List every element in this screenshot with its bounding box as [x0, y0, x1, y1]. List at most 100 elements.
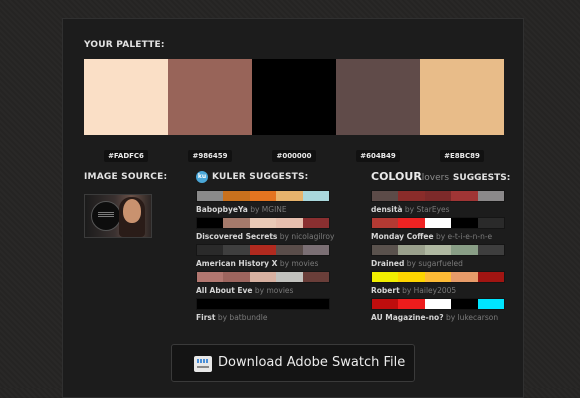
- suggestion-name-link[interactable]: Drained: [371, 259, 404, 268]
- suggestion-color-bar[interactable]: [371, 190, 505, 202]
- suggestion-author: by StarEyes: [404, 205, 450, 214]
- palette-swatch[interactable]: [336, 59, 420, 135]
- suggestion-color-cell: [197, 245, 224, 255]
- suggestion-color-cell: [451, 299, 478, 309]
- suggestion-color-cell: [477, 272, 505, 282]
- portrait-face: [123, 199, 141, 223]
- colourlovers-brand-suffix: lovers: [421, 173, 450, 183]
- suggestion-author: by sugarfueled: [406, 259, 463, 268]
- palette-swatch[interactable]: [252, 59, 336, 135]
- suggestion-author: by nicolagilroy: [279, 232, 335, 241]
- hex-label: #FADFC6: [104, 150, 148, 162]
- suggestion-color-bar[interactable]: [196, 217, 330, 229]
- suggestion-color-cell: [302, 245, 330, 255]
- suggestion-author: by movies: [279, 259, 319, 268]
- suggestion-color-bar[interactable]: [196, 271, 330, 283]
- suggestion-item[interactable]: All About Eve by movies: [196, 271, 330, 295]
- suggestion-label: First by batbundle: [196, 313, 330, 322]
- suggestion-item[interactable]: First by batbundle: [196, 298, 330, 322]
- main-panel: YOUR PALETTE: #FADFC6 #986459 #000000 #6…: [62, 18, 524, 398]
- suggestion-color-cell: [197, 272, 224, 282]
- suggestion-color-cell: [223, 272, 250, 282]
- palette-swatch[interactable]: [84, 59, 168, 135]
- suggestion-item[interactable]: BabopbyeYa by MGINE: [196, 190, 330, 214]
- suggestion-item[interactable]: American History X by movies: [196, 244, 330, 268]
- suggestion-color-cell: [424, 245, 452, 255]
- suggestion-color-bar[interactable]: [196, 190, 330, 202]
- suggestion-color-cell: [302, 299, 330, 309]
- suggestion-color-cell: [197, 218, 224, 228]
- download-swatch-button[interactable]: Download Adobe Swatch File: [171, 344, 415, 382]
- suggestion-color-cell: [197, 299, 224, 309]
- palette-title: YOUR PALETTE:: [84, 40, 165, 50]
- swatch-file-icon: [194, 356, 212, 372]
- suggestion-name-link[interactable]: BabopbyeYa: [196, 205, 248, 214]
- suggestion-name-link[interactable]: Monday Coffee: [371, 232, 434, 241]
- badge-graphic: [91, 201, 121, 231]
- palette-swatch[interactable]: [420, 59, 504, 135]
- suggestion-label: BabopbyeYa by MGINE: [196, 205, 330, 214]
- palette-swatch[interactable]: [168, 59, 252, 135]
- suggestion-color-bar[interactable]: [196, 298, 330, 310]
- suggestion-color-cell: [223, 191, 250, 201]
- suggestion-color-cell: [424, 218, 452, 228]
- suggestion-color-cell: [276, 299, 303, 309]
- suggestion-label: Monday Coffee by e-t-i-e-n-n-e: [371, 232, 505, 241]
- suggestion-name-link[interactable]: First: [196, 313, 215, 322]
- suggestion-name-link[interactable]: American History X: [196, 259, 277, 268]
- suggestion-author: by movies: [254, 286, 294, 295]
- suggestion-color-cell: [451, 245, 478, 255]
- suggestion-color-bar[interactable]: [371, 271, 505, 283]
- suggestion-item[interactable]: Discovered Secrets by nicolagilroy: [196, 217, 334, 241]
- suggestion-color-cell: [477, 218, 505, 228]
- suggestion-color-cell: [276, 191, 303, 201]
- suggestion-color-cell: [398, 218, 425, 228]
- suggestion-color-cell: [276, 272, 303, 282]
- suggestion-color-cell: [223, 245, 250, 255]
- suggestion-name-link[interactable]: All About Eve: [196, 286, 253, 295]
- suggestion-color-bar[interactable]: [371, 244, 505, 256]
- suggestion-color-cell: [249, 191, 277, 201]
- suggestion-color-bar[interactable]: [196, 244, 330, 256]
- suggestion-color-cell: [477, 299, 505, 309]
- source-image-thumbnail[interactable]: [84, 194, 152, 238]
- hex-label: #986459: [188, 150, 232, 162]
- suggestion-label: Discovered Secrets by nicolagilroy: [196, 232, 334, 241]
- suggestion-name-link[interactable]: Discovered Secrets: [196, 232, 277, 241]
- suggestion-color-cell: [372, 245, 399, 255]
- suggestion-color-cell: [477, 245, 505, 255]
- suggestion-color-cell: [451, 218, 478, 228]
- suggestion-item[interactable]: densità by StarEyes: [371, 190, 505, 214]
- download-button-label: Download Adobe Swatch File: [218, 355, 406, 370]
- suggestion-name-link[interactable]: AU Magazine-no?: [371, 313, 444, 322]
- hex-label: #E8BC89: [440, 150, 484, 162]
- suggestion-label: Drained by sugarfueled: [371, 259, 505, 268]
- suggestion-item[interactable]: Monday Coffee by e-t-i-e-n-n-e: [371, 217, 505, 241]
- suggestion-item[interactable]: Drained by sugarfueled: [371, 244, 505, 268]
- suggestion-color-cell: [424, 272, 452, 282]
- hex-label: #604B49: [356, 150, 400, 162]
- suggestion-author: by e-t-i-e-n-n-e: [435, 232, 493, 241]
- suggestion-color-cell: [424, 299, 452, 309]
- suggestion-color-cell: [372, 299, 399, 309]
- suggestion-color-bar[interactable]: [371, 217, 505, 229]
- suggestion-label: American History X by movies: [196, 259, 330, 268]
- suggestion-name-link[interactable]: densità: [371, 205, 402, 214]
- suggestion-label: All About Eve by movies: [196, 286, 330, 295]
- suggestion-color-cell: [451, 272, 478, 282]
- suggestion-color-cell: [372, 272, 399, 282]
- suggestion-color-cell: [398, 245, 425, 255]
- colourlovers-brand: COLOUR: [371, 170, 422, 183]
- suggestion-color-bar[interactable]: [371, 298, 505, 310]
- suggestion-name-link[interactable]: Robert: [371, 286, 400, 295]
- suggestion-item[interactable]: AU Magazine-no? by lukecarson: [371, 298, 505, 322]
- colourlovers-title: COLOURlovers SUGGESTS:: [371, 170, 510, 183]
- suggestion-color-cell: [249, 299, 277, 309]
- suggestion-item[interactable]: Robert by Hailey2005: [371, 271, 505, 295]
- suggestion-color-cell: [249, 245, 277, 255]
- suggestion-label: densità by StarEyes: [371, 205, 505, 214]
- suggestion-color-cell: [223, 218, 250, 228]
- suggestion-color-cell: [223, 299, 250, 309]
- suggestion-color-cell: [249, 218, 277, 228]
- kuler-icon: ku: [196, 171, 208, 183]
